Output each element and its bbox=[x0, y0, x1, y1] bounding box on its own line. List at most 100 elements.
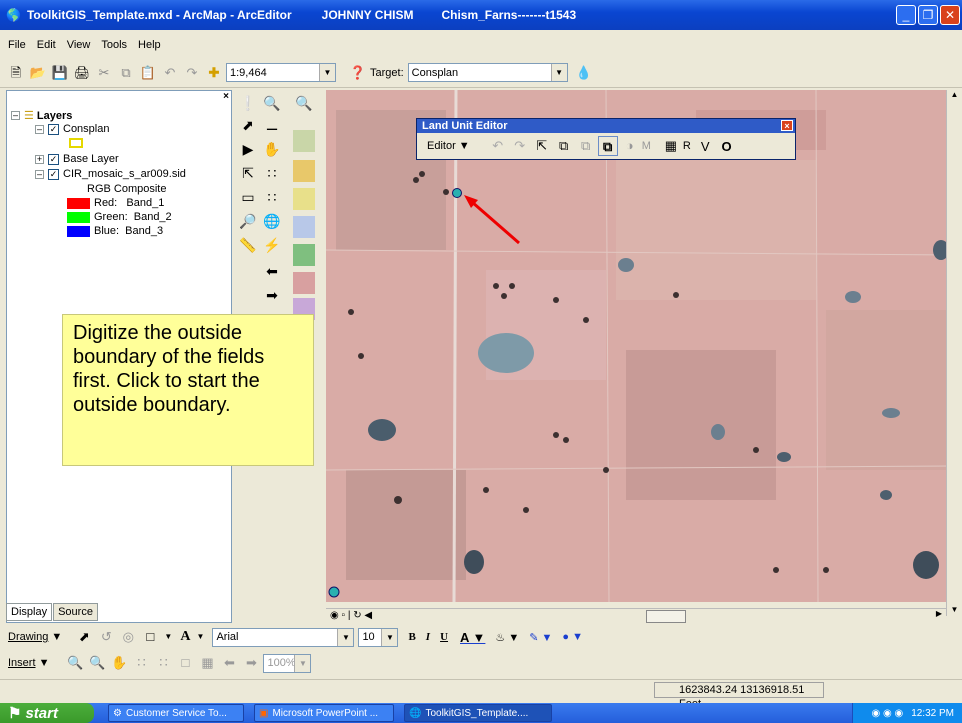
layout-view-icons[interactable]: ◉ ▫ | ↻ ◀ bbox=[326, 610, 372, 621]
chevron-down-icon[interactable]: ▼ bbox=[381, 628, 398, 646]
paste-feature-icon[interactable]: ⧉ bbox=[576, 136, 596, 156]
taskbar-item-toolkitgis[interactable]: 🌐 ToolkitGIS_Template.... bbox=[404, 704, 552, 722]
target-layer-select[interactable]: Consplan ▼ bbox=[407, 63, 568, 82]
layer-visibility-checkbox[interactable]: ✓ bbox=[48, 153, 59, 165]
go-back-extent-icon[interactable]: ⬅ bbox=[219, 653, 239, 673]
map-scale-combo[interactable]: 1:9,464 ▼ bbox=[226, 63, 336, 82]
whats-this-help-icon[interactable]: ❓ bbox=[348, 63, 368, 83]
tab-display[interactable]: Display bbox=[6, 603, 53, 621]
copy-feature-icon[interactable]: ⧉ bbox=[554, 136, 574, 156]
chevron-down-icon[interactable]: ▼ bbox=[337, 628, 354, 646]
restore-button[interactable]: ❐ bbox=[918, 5, 938, 25]
fixed-zoom-out-page-icon[interactable]: ∷ bbox=[153, 653, 173, 673]
toc-layer-cir-mosaic[interactable]: – ✓ CIR_mosaic_s_ar009.sid bbox=[35, 168, 186, 180]
fixed-zoom-in-icon[interactable]: ∷ bbox=[261, 162, 283, 184]
chevron-down-icon[interactable]: ▼ bbox=[294, 654, 311, 672]
toc-layer-base[interactable]: + ✓ Base Layer bbox=[35, 153, 119, 165]
pan-page-icon[interactable]: ✋ bbox=[109, 653, 129, 673]
zoom-out-page-icon[interactable]: 🔍 bbox=[87, 653, 107, 673]
forward-extent-icon[interactable]: ➡ bbox=[261, 284, 283, 306]
toc-layer-consplan[interactable]: – ✓ Consplan bbox=[35, 123, 109, 135]
layer-tool-icon[interactable] bbox=[293, 244, 315, 266]
chevron-down-icon[interactable]: ▼ bbox=[162, 627, 174, 647]
menu-view[interactable]: View bbox=[67, 39, 91, 51]
hyperlink-icon[interactable]: ⚡ bbox=[261, 234, 283, 256]
close-button[interactable]: ✕ bbox=[940, 5, 960, 25]
new-text-icon[interactable]: A bbox=[180, 629, 190, 645]
open-folder-icon[interactable]: 📂 bbox=[28, 63, 48, 83]
scroll-down-icon[interactable]: ▼ bbox=[947, 605, 962, 614]
zoom-whole-page-icon[interactable]: □ bbox=[175, 653, 195, 673]
scroll-up-icon[interactable]: ▲ bbox=[947, 90, 962, 99]
reshape-letter[interactable]: R bbox=[683, 140, 691, 152]
taskbar-item-customer-service[interactable]: ⚙ Customer Service To... bbox=[108, 704, 244, 722]
layer-tool-icon[interactable] bbox=[293, 130, 315, 152]
select-elements-icon[interactable]: ⬈ bbox=[74, 627, 94, 647]
cut-icon[interactable]: ✂ bbox=[94, 63, 114, 83]
merge-letter[interactable]: M bbox=[642, 140, 651, 152]
start-button[interactable]: ⚑ start bbox=[0, 703, 94, 723]
rectangle-icon[interactable]: □ bbox=[140, 627, 160, 647]
menu-file[interactable]: File bbox=[8, 39, 26, 51]
vertex-letter[interactable]: V bbox=[701, 139, 710, 154]
page-zoom-select[interactable]: 100% ▼ bbox=[263, 653, 312, 673]
chevron-down-icon[interactable]: ▼ bbox=[319, 64, 335, 81]
sketch-tool-icon[interactable]: ⧉ bbox=[597, 136, 618, 156]
menu-tools[interactable]: Tools bbox=[101, 39, 127, 51]
add-data-icon[interactable]: ✚ bbox=[204, 63, 224, 83]
menu-edit[interactable]: Edit bbox=[37, 39, 56, 51]
edit-vertex-icon[interactable]: ⇱ bbox=[532, 136, 552, 156]
save-icon[interactable]: 💾 bbox=[50, 63, 70, 83]
zoom-in-page-icon[interactable]: 🔍 bbox=[65, 653, 85, 673]
back-extent-icon[interactable]: ⬅ bbox=[261, 260, 283, 282]
merge-tool-icon[interactable]: ◑ bbox=[620, 136, 640, 156]
fixed-zoom-in-page-icon[interactable]: ∷ bbox=[131, 653, 151, 673]
font-select[interactable]: Arial ▼ bbox=[212, 627, 355, 647]
map-horizontal-scrollbar[interactable]: ◉ ▫ | ↻ ◀ ▶ bbox=[326, 608, 946, 624]
expand-icon[interactable]: + bbox=[35, 154, 44, 164]
select-elements-icon[interactable]: ⬈ bbox=[237, 114, 259, 136]
minimize-button[interactable]: _ bbox=[896, 5, 916, 25]
paste-icon[interactable]: 📋 bbox=[138, 63, 158, 83]
tab-source[interactable]: Source bbox=[53, 603, 98, 621]
land-unit-editor-titlebar[interactable]: Land Unit Editor × bbox=[417, 119, 795, 133]
clear-selection-icon[interactable]: ▭ bbox=[237, 186, 259, 208]
edit-tool-icon[interactable]: ⇱ bbox=[237, 162, 259, 184]
layer-tool-icon[interactable] bbox=[293, 160, 315, 182]
zoom-whole-page-icon[interactable]: ◎ bbox=[118, 627, 138, 647]
insert-menu[interactable]: Insert ▼ bbox=[8, 657, 49, 669]
measure-icon[interactable]: 📏 bbox=[237, 234, 259, 256]
layer-tool-icon[interactable] bbox=[293, 216, 315, 238]
line-color-button[interactable]: ✎ ▼ bbox=[529, 631, 552, 644]
redo-icon[interactable]: ↷ bbox=[182, 63, 202, 83]
find-icon[interactable]: 🔎 bbox=[237, 210, 259, 232]
split-tool-icon[interactable]: ▦ bbox=[661, 136, 681, 156]
scroll-right-icon[interactable]: ▶ bbox=[936, 609, 942, 618]
collapse-icon[interactable]: – bbox=[11, 111, 20, 120]
menu-help[interactable]: Help bbox=[138, 39, 161, 51]
collapse-icon[interactable]: – bbox=[35, 124, 44, 134]
select-features-icon[interactable]: ▶ bbox=[237, 138, 259, 160]
layer-visibility-checkbox[interactable]: ✓ bbox=[48, 123, 59, 135]
tray-icons[interactable]: ◉ ◉ ◉ bbox=[871, 708, 903, 719]
collapse-icon[interactable]: – bbox=[35, 169, 44, 179]
undo-icon[interactable]: ↶ bbox=[160, 63, 180, 83]
close-icon[interactable]: × bbox=[781, 120, 793, 131]
scroll-thumb[interactable] bbox=[646, 610, 686, 623]
copy-icon[interactable]: ⧉ bbox=[116, 63, 136, 83]
marker-color-button[interactable]: ● ▼ bbox=[562, 631, 583, 643]
fixed-zoom-out-icon[interactable]: ∷ bbox=[261, 186, 283, 208]
identify-icon[interactable]: ❕ bbox=[237, 92, 259, 114]
editor-toolbar-icon[interactable]: 💧 bbox=[574, 63, 594, 83]
font-size-select[interactable]: 10 ▼ bbox=[358, 627, 399, 647]
zoom-in-icon[interactable]: 🔍 bbox=[261, 92, 283, 114]
fill-color-button[interactable]: ♨ ▼ bbox=[495, 631, 519, 644]
bold-button[interactable]: B bbox=[408, 631, 415, 643]
rotate-icon[interactable]: ↺ bbox=[96, 627, 116, 647]
italic-button[interactable]: I bbox=[426, 631, 430, 643]
zoom-out-icon[interactable]: ⚊ bbox=[261, 114, 283, 136]
taskbar-item-powerpoint[interactable]: ▣ Microsoft PowerPoint ... bbox=[254, 704, 394, 722]
zoom-100-icon[interactable]: ▦ bbox=[197, 653, 217, 673]
full-extent-icon[interactable]: 🌐 bbox=[261, 210, 283, 232]
layer-tool-icon[interactable] bbox=[293, 188, 315, 210]
